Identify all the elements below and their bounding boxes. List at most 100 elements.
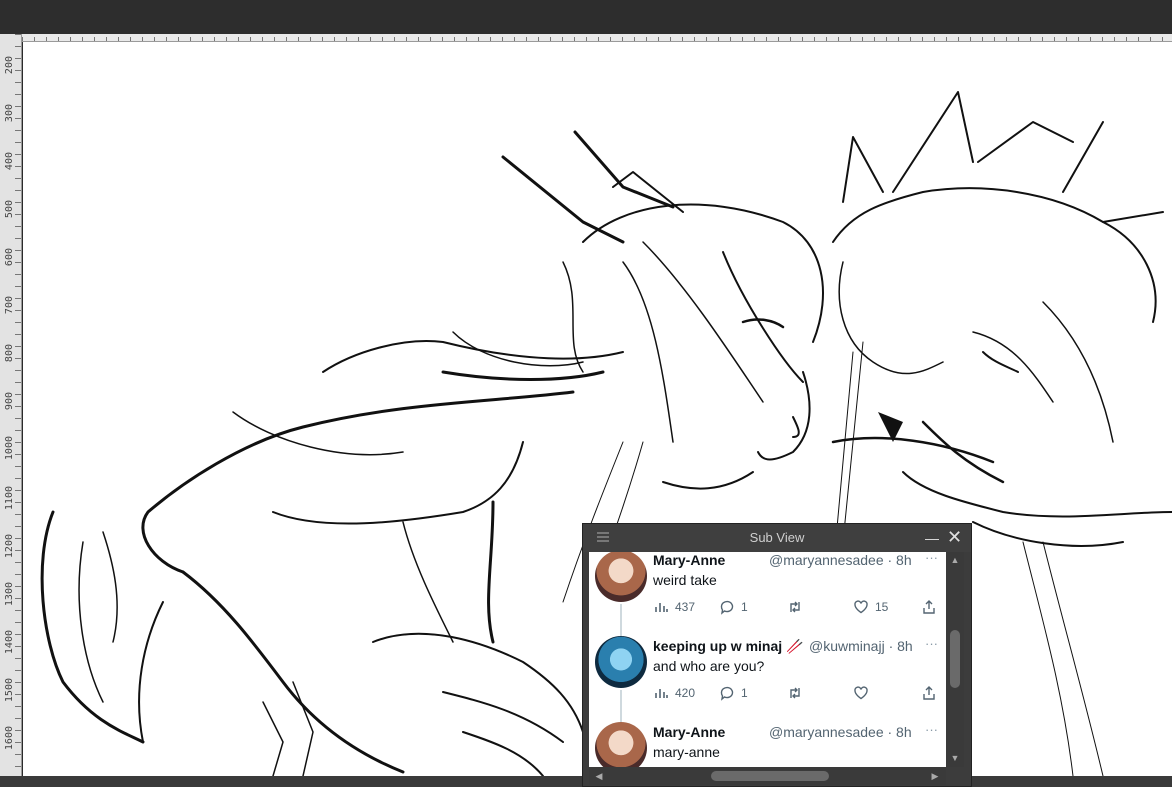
ruler-tick — [15, 310, 21, 311]
more-options-icon[interactable]: ··· — [925, 722, 938, 737]
ruler-tick — [15, 70, 21, 71]
ruler-tick — [1138, 37, 1139, 41]
close-button[interactable]: ✕ — [947, 527, 962, 548]
ruler-tick — [22, 37, 23, 41]
ruler-tick — [15, 718, 21, 719]
ruler-tick — [15, 82, 21, 83]
ruler-tick — [442, 37, 443, 41]
tweet-author-name[interactable]: keeping up w minaj 🥢 — [653, 638, 803, 655]
ruler-tick — [622, 37, 623, 41]
avatar[interactable] — [595, 636, 647, 688]
ruler-tick — [15, 106, 21, 107]
ruler-tick — [15, 502, 21, 503]
scroll-down-arrow-icon[interactable]: ▼ — [949, 752, 961, 764]
ruler-tick — [15, 346, 21, 347]
ruler-tick — [1150, 37, 1151, 41]
ruler-tick — [322, 37, 323, 41]
ruler-tick — [178, 37, 179, 41]
ruler-tick — [286, 37, 287, 41]
like-button[interactable] — [853, 684, 869, 702]
ruler-tick — [15, 490, 21, 491]
ruler-tick — [658, 37, 659, 41]
tweet-author-name[interactable]: Mary-Anne — [653, 724, 725, 740]
ruler-tick — [238, 37, 239, 41]
ruler-tick — [15, 358, 21, 359]
horizontal-scroll-thumb[interactable] — [711, 771, 829, 781]
ruler-tick — [15, 658, 21, 659]
scroll-left-arrow-icon[interactable]: ◀ — [593, 770, 605, 782]
ruler-tick — [946, 37, 947, 41]
ruler-tick — [646, 37, 647, 41]
ruler-tick — [838, 37, 839, 41]
ruler-tick — [15, 142, 21, 143]
ruler-tick — [586, 37, 587, 41]
ruler-tick — [994, 37, 995, 41]
ruler-label: 1000 — [4, 436, 15, 461]
share-icon — [923, 686, 935, 700]
like-button[interactable]: 15 — [853, 598, 888, 616]
ruler-tick — [382, 37, 383, 41]
retweet-icon — [790, 687, 800, 699]
ruler-tick — [1114, 37, 1115, 41]
ruler-tick — [862, 37, 863, 41]
ruler-tick — [15, 226, 21, 227]
sub-view-titlebar[interactable]: Sub View — ✕ — [583, 524, 971, 552]
avatar[interactable] — [595, 722, 647, 767]
ruler-tick — [262, 37, 263, 41]
reply-count: 1 — [741, 600, 748, 614]
ruler-tick — [970, 37, 971, 41]
vertical-scrollbar[interactable]: ▲ ▼ — [946, 552, 964, 767]
tweet-text: and who are you? — [653, 658, 765, 674]
ruler-tick — [15, 406, 21, 407]
more-options-icon[interactable]: ··· — [925, 636, 938, 651]
ruler-tick — [1006, 37, 1007, 41]
tweet[interactable]: Mary-Anne @maryannesadee · 8h ··· mary-a… — [589, 716, 946, 767]
scroll-right-arrow-icon[interactable]: ▶ — [929, 770, 941, 782]
views-count: 420 — [675, 686, 696, 700]
share-icon — [923, 600, 935, 614]
ruler-tick — [15, 562, 21, 563]
share-button[interactable] — [921, 598, 937, 616]
vertical-scroll-thumb[interactable] — [950, 630, 960, 688]
ruler-tick — [15, 694, 21, 695]
retweet-button[interactable] — [787, 598, 803, 616]
tweet[interactable]: keeping up w minaj 🥢 @kuwminajj · 8h ···… — [589, 630, 946, 716]
tweet[interactable]: Mary-Anne @maryannesadee · 8h ··· weird … — [589, 552, 946, 630]
ruler-tick — [15, 766, 21, 767]
scroll-up-arrow-icon[interactable]: ▲ — [949, 554, 961, 566]
tweet-handle[interactable]: @kuwminajj · 8h — [809, 638, 913, 654]
tweet-author-name[interactable]: Mary-Anne — [653, 552, 725, 568]
ruler-tick — [682, 37, 683, 41]
ruler-tick — [742, 37, 743, 41]
ruler-tick — [802, 37, 803, 41]
sub-view-image[interactable]: Mary-Anne @maryannesadee · 8h ··· weird … — [589, 552, 946, 767]
ruler-tick — [418, 37, 419, 41]
ruler-tick — [94, 37, 95, 41]
speech-bubble-icon — [720, 600, 734, 615]
sub-view-panel[interactable]: Sub View — ✕ Mary-Anne @maryannesadee · … — [582, 523, 972, 787]
bar-chart-icon — [655, 603, 668, 612]
tweet-handle[interactable]: @maryannesadee · 8h — [769, 724, 912, 740]
reply-button[interactable]: 1 — [719, 598, 748, 616]
like-count: 15 — [875, 600, 889, 614]
ruler-tick — [15, 598, 21, 599]
tweet-handle[interactable]: @maryannesadee · 8h — [769, 552, 912, 568]
more-options-icon[interactable]: ··· — [925, 552, 938, 565]
ruler-tick — [15, 742, 21, 743]
minimize-button[interactable]: — — [925, 530, 939, 546]
ruler-tick — [358, 37, 359, 41]
ruler-tick — [82, 37, 83, 41]
retweet-button[interactable] — [787, 684, 803, 702]
ruler-tick — [250, 37, 251, 41]
views-button[interactable]: 437 — [653, 598, 695, 616]
retweet-icon — [790, 601, 800, 613]
horizontal-scrollbar[interactable]: ◀ ▶ — [589, 767, 946, 785]
avatar[interactable] — [595, 552, 647, 602]
ruler-tick — [15, 646, 21, 647]
ruler-tick — [15, 130, 21, 131]
reply-button[interactable]: 1 — [719, 684, 748, 702]
share-button[interactable] — [921, 684, 937, 702]
ruler-tick — [15, 202, 21, 203]
views-button[interactable]: 420 — [653, 684, 695, 702]
ruler-tick — [15, 430, 21, 431]
